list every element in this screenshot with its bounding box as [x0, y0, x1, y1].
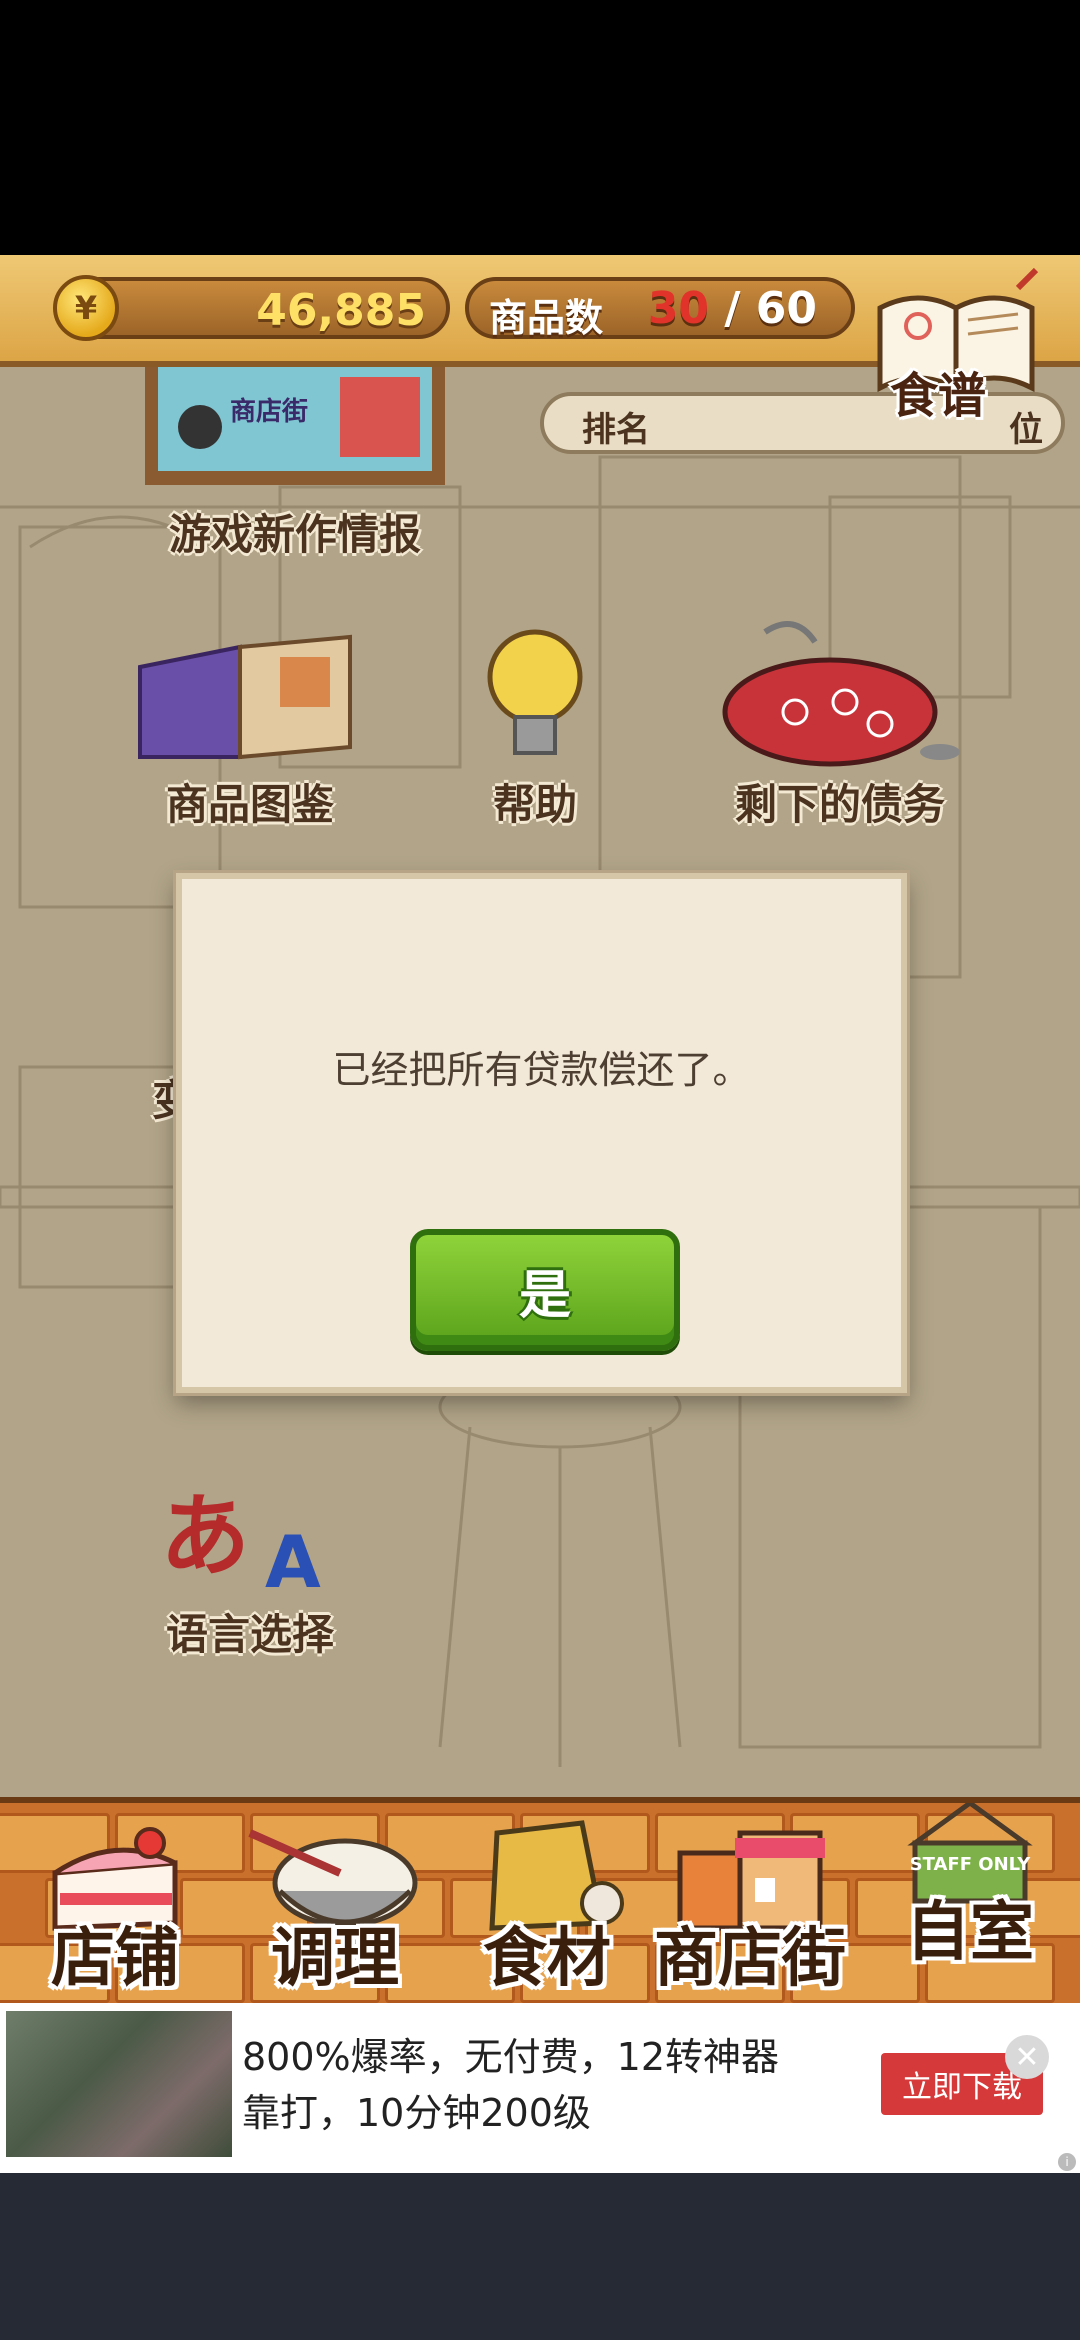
- rank-label: 排名: [582, 410, 650, 450]
- menu-remaining-debt-label: 剩下的债务: [734, 780, 945, 829]
- menu-language-label: 语言选择: [165, 1610, 334, 1659]
- ad-close-icon[interactable]: ✕: [1005, 2035, 1049, 2079]
- menu-language[interactable]: あ A 语言选择: [150, 1477, 350, 1662]
- menu-game-news-label: 游戏新作情报: [168, 510, 421, 559]
- nav-my-room[interactable]: STAFF ONLY 自室: [880, 1803, 1060, 2003]
- menu-help-label: 帮助: [492, 780, 577, 829]
- nav-ingredients[interactable]: 食材: [462, 1803, 632, 2003]
- menu-catalog[interactable]: 商品图鉴: [130, 627, 370, 832]
- goods-count-display: 商品数 30 / 60: [465, 277, 855, 340]
- news-banner-text: 商店街: [230, 397, 309, 427]
- goods-count: 30 / 60: [648, 283, 817, 334]
- nav-ingredients-label: 食材: [483, 1922, 611, 1996]
- status-bar: [0, 0, 1080, 255]
- staff-only-text: STAFF ONLY: [910, 1854, 1032, 1875]
- menu-catalog-label: 商品图鉴: [165, 780, 334, 829]
- goods-label: 商品数: [489, 296, 604, 340]
- system-navigation-bar: [0, 2173, 1080, 2340]
- goods-total: / 60: [724, 283, 817, 334]
- dialog-message: 已经把所有贷款偿还了。: [332, 1048, 751, 1092]
- money-value: 46,885: [256, 285, 426, 336]
- yen-coin-icon: ¥: [53, 275, 119, 341]
- ad-thumbnail[interactable]: [6, 2011, 232, 2157]
- bottom-navigation: 店铺 调理 食材 商店街 STAFF ONLY 自室: [0, 1797, 1080, 2003]
- nav-cooking[interactable]: 调理: [240, 1803, 430, 2003]
- ad-info-icon[interactable]: i: [1058, 2153, 1076, 2171]
- language-icon: あ A: [160, 1484, 321, 1604]
- menu-game-news[interactable]: 商店街 游戏新作情报: [140, 367, 450, 562]
- nav-cooking-label: 调理: [271, 1922, 399, 1996]
- nav-shop[interactable]: 店铺: [30, 1803, 200, 2003]
- ad-text-line2: 靠打，10分钟200级: [242, 2091, 591, 2135]
- money-display: ¥ 46,885: [53, 275, 450, 341]
- nav-shop-street-label: 商店街: [654, 1922, 846, 1996]
- recipe-button[interactable]: 食谱: [868, 267, 1048, 428]
- recipe-label: 食谱: [890, 368, 987, 424]
- yes-button-label: 是: [518, 1265, 571, 1326]
- goods-current: 30: [647, 283, 710, 334]
- ad-banner[interactable]: 800%爆率，无付费，12转神器 靠打，10分钟200级 立即下载 ✕ i: [0, 2003, 1080, 2173]
- nav-shop-label: 店铺: [51, 1922, 179, 1996]
- yes-button[interactable]: 是: [410, 1229, 680, 1351]
- nav-my-room-label: 自室: [906, 1896, 1034, 1970]
- ad-text-line1: 800%爆率，无付费，12转神器: [242, 2035, 779, 2079]
- coin-purse-icon: [722, 621, 960, 767]
- ad-text[interactable]: 800%爆率，无付费，12转神器 靠打，10分钟200级: [242, 2029, 842, 2141]
- catalog-book-icon: [138, 634, 352, 760]
- menu-remaining-debt[interactable]: 剩下的债务: [705, 612, 975, 832]
- svg-text:あ: あ: [160, 1484, 250, 1589]
- lightbulb-icon: [487, 629, 583, 755]
- loan-repaid-dialog: 已经把所有贷款偿还了。 是: [176, 873, 907, 1393]
- menu-help[interactable]: 帮助: [460, 622, 610, 832]
- news-banner-icon: [145, 367, 445, 485]
- svg-text:A: A: [265, 1520, 321, 1597]
- nav-shop-street[interactable]: 商店街: [640, 1803, 860, 2003]
